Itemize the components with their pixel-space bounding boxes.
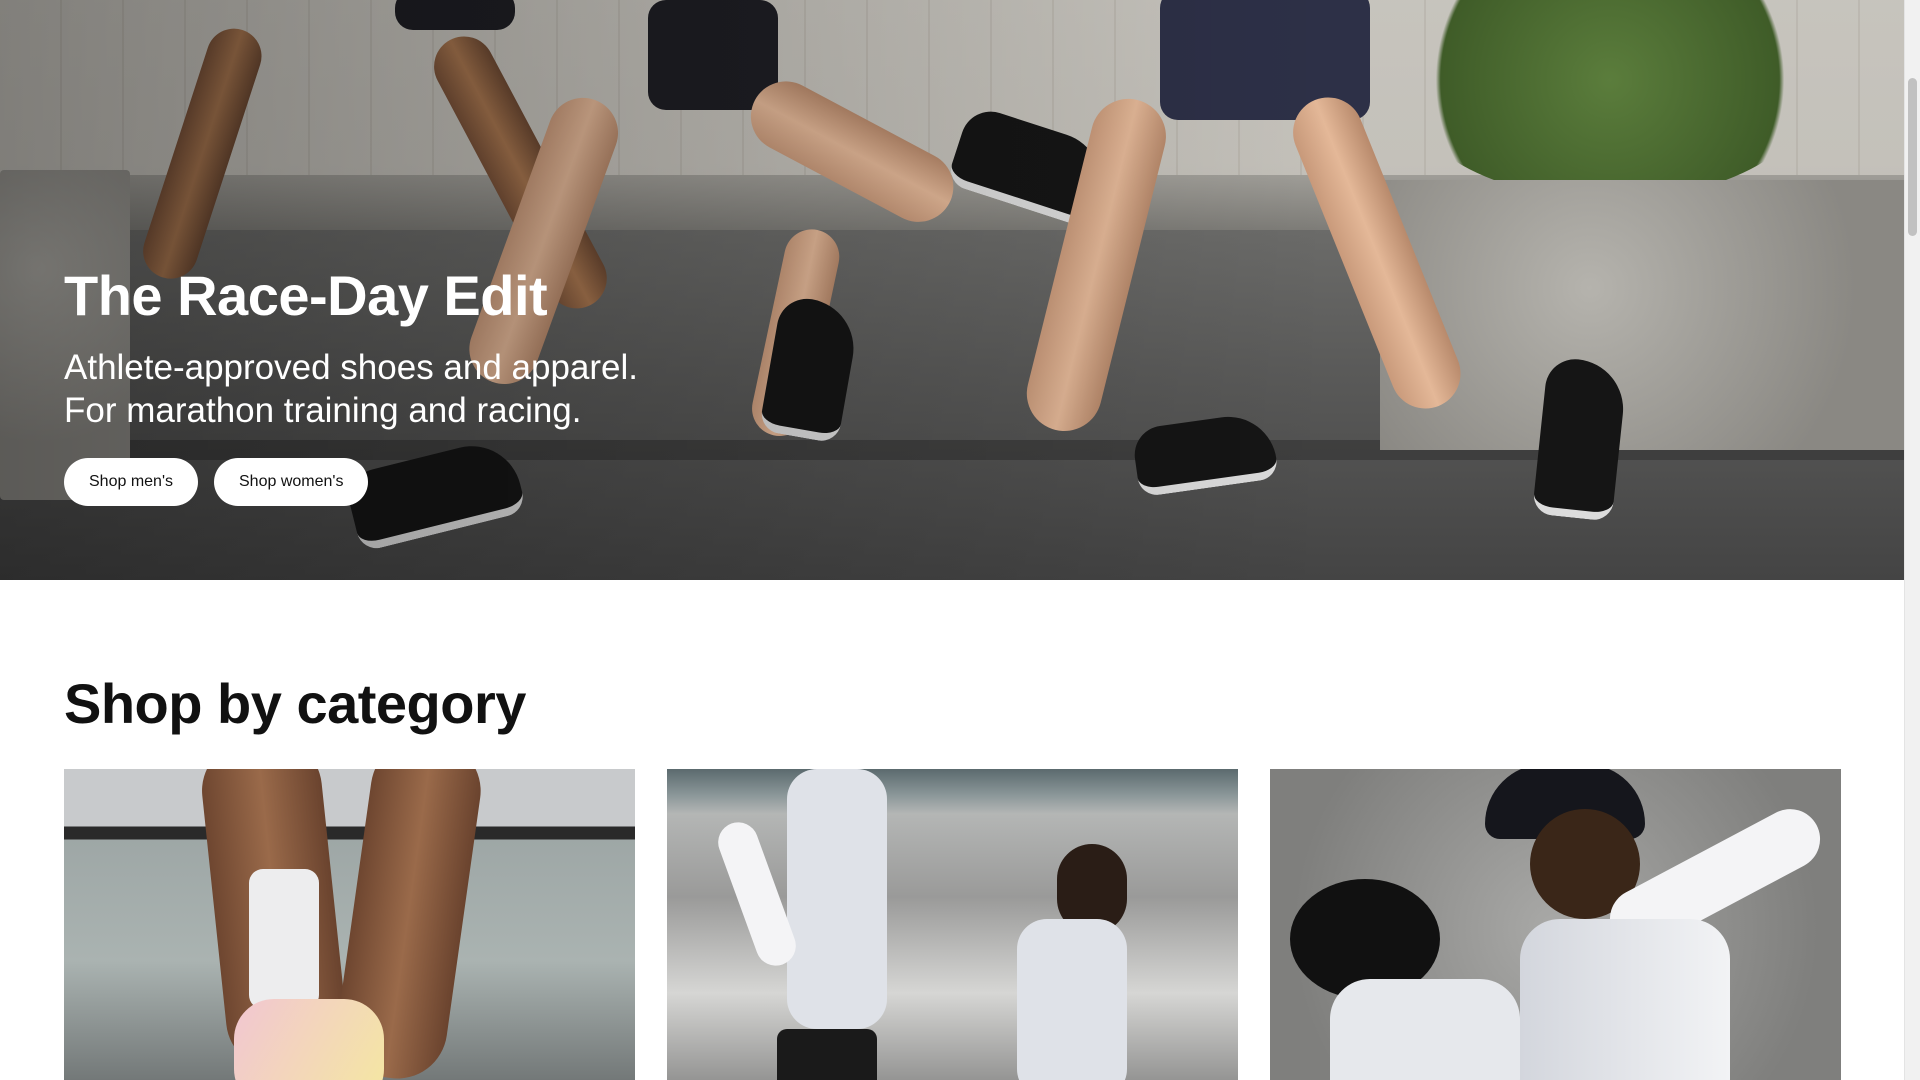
runner-shoe-closeup-image [64,769,635,1080]
hero-subtitle-line2: For marathon training and racing. [64,391,582,430]
category-card[interactable] [64,769,635,1080]
category-card[interactable] [667,769,1238,1080]
hero-content: The Race-Day Edit Athlete-approved shoes… [64,262,638,506]
shop-mens-button[interactable]: Shop men's [64,458,198,506]
page: The Race-Day Edit Athlete-approved shoes… [0,0,1905,1080]
hero-buttons: Shop men's Shop women's [64,458,638,506]
hero-title: The Race-Day Edit [64,264,548,327]
hero-banner: The Race-Day Edit Athlete-approved shoes… [0,0,1905,580]
runners-embrace-image [1270,769,1841,1080]
hero-subtitle: Athlete-approved shoes and apparel. For … [64,346,638,432]
scrollbar-thumb[interactable] [1908,78,1917,236]
vertical-scrollbar[interactable] [1904,0,1920,1080]
shop-by-category-heading: Shop by category [64,672,526,735]
shop-womens-button[interactable]: Shop women's [214,458,369,506]
category-card[interactable] [1270,769,1841,1080]
category-cards [64,769,1841,1080]
two-runners-image [667,769,1238,1080]
hero-subtitle-line1: Athlete-approved shoes and apparel. [64,348,639,387]
